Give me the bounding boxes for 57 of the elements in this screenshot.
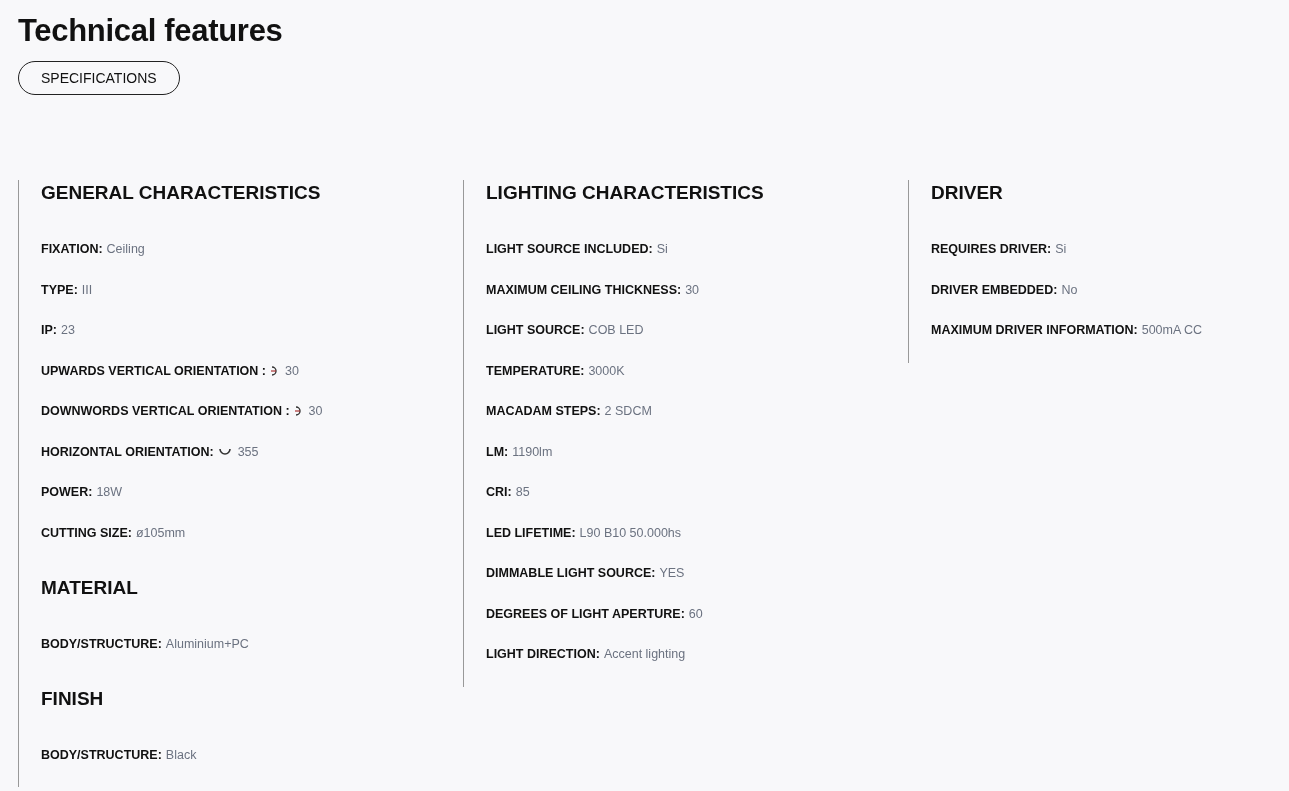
spec-value: Aluminium+PC — [165, 636, 249, 651]
spec-value: 30 — [285, 363, 299, 378]
spec-label: LIGHT SOURCE: — [486, 323, 585, 337]
spec-value: Ceiling — [106, 242, 145, 256]
spec-label: BODY/STRUCTURE: — [41, 636, 162, 651]
spec-label: DIMMABLE LIGHT SOURCE: — [486, 566, 656, 580]
spec-value: 3000K — [588, 363, 625, 378]
spec-value: Accent lighting — [603, 647, 686, 661]
spec-value: L90 B10 50.000hs — [579, 525, 682, 540]
rotate-arc-icon — [217, 447, 232, 456]
spec-label: BODY/STRUCTURE: — [41, 747, 162, 762]
spec-label: DOWNWORDS VERTICAL ORIENTATION : — [41, 404, 290, 418]
spec-label: HORIZONTAL ORIENTATION: — [41, 444, 214, 459]
spec-value: 2 SDCM — [604, 404, 652, 418]
spec-label: POWER: — [41, 485, 93, 499]
spec-value: 18W — [96, 485, 123, 499]
spec-label: LED LIFETIME: — [486, 525, 576, 540]
spec-label: FIXATION: — [41, 242, 103, 256]
spec-label: UPWARDS VERTICAL ORIENTATION : — [41, 363, 266, 378]
spec-value: 85 — [515, 485, 530, 499]
spec-label: LM: — [486, 444, 509, 459]
spec-label: LIGHT DIRECTION: — [486, 647, 600, 661]
spec-value: No — [1061, 282, 1078, 297]
spec-label: CRI: — [486, 485, 512, 499]
spec-value: III — [81, 282, 93, 297]
spec-value: ø105mm — [135, 525, 186, 540]
spec-value: Si — [656, 242, 668, 256]
spec-value: COB LED — [588, 323, 644, 337]
spec-value: 355 — [237, 444, 259, 459]
spec-value: 30 — [685, 282, 700, 297]
spec-label: LIGHT SOURCE INCLUDED: — [486, 242, 653, 256]
section-heading: GENERAL CHARACTERISTICS — [41, 181, 322, 205]
spec-value: Si — [1055, 242, 1067, 256]
spec-label: DRIVER EMBEDDED: — [931, 282, 1058, 297]
spec-value: Black — [165, 747, 197, 762]
spec-label: IP: — [41, 323, 57, 337]
spec-label: CUTTING SIZE: — [41, 525, 132, 540]
spec-label: MACADAM STEPS: — [486, 404, 601, 418]
spec-label: DEGREES OF LIGHT APERTURE: — [486, 606, 685, 621]
spec-label: MAXIMUM DRIVER INFORMATION: — [931, 323, 1138, 337]
spec-label: REQUIRES DRIVER: — [931, 242, 1052, 256]
spec-value: 1190lm — [512, 444, 553, 459]
section-heading: LIGHTING CHARACTERISTICS — [486, 181, 765, 205]
section-heading: MATERIAL — [41, 575, 139, 600]
section-heading: DRIVER — [931, 181, 1004, 205]
rotate-arc-icon — [270, 364, 279, 377]
spec-value: 60 — [688, 606, 703, 621]
spec-label: MAXIMUM CEILING THICKNESS: — [486, 282, 682, 297]
spec-value: YES — [659, 566, 685, 580]
spec-value: 30 — [308, 404, 323, 418]
section-heading: FINISH — [41, 686, 105, 711]
spec-label: TEMPERATURE: — [486, 363, 585, 378]
spec-label: TYPE: — [41, 282, 78, 297]
spec-value: 23 — [61, 323, 75, 337]
page-title: Technical features — [18, 12, 284, 50]
rotate-arc-icon — [293, 405, 303, 417]
spec-value: 500mA CC — [1141, 323, 1203, 337]
